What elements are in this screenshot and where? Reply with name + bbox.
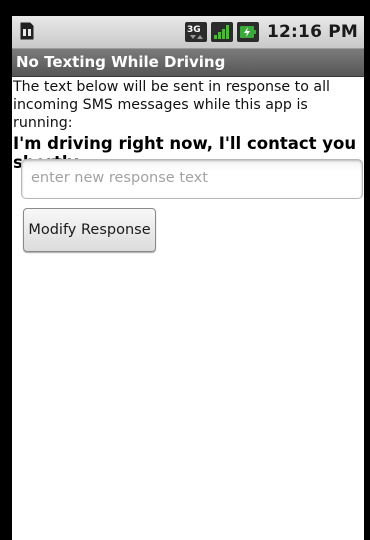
app-title: No Texting While Driving: [16, 53, 226, 71]
response-input-field[interactable]: [21, 159, 363, 199]
device-frame: 3G 12:16 PM No Texting While Driving The…: [0, 0, 370, 540]
screen: 3G 12:16 PM No Texting While Driving The…: [12, 16, 364, 540]
svg-text:3G: 3G: [187, 25, 201, 35]
sim-card-icon: [20, 22, 34, 40]
signal-strength-icon: [210, 22, 233, 42]
modify-response-button[interactable]: Modify Response: [23, 208, 156, 252]
intro-text: The text below will be sent in response …: [13, 79, 330, 131]
status-bar: 3G 12:16 PM: [12, 16, 364, 49]
battery-charging-icon: [236, 22, 259, 42]
main-content: The text below will be sent in response …: [12, 78, 364, 172]
3g-data-icon: 3G: [184, 22, 207, 42]
status-time: 12:16 PM: [266, 22, 358, 42]
response-input[interactable]: [22, 160, 360, 196]
status-icons: 3G 12:16 PM: [184, 20, 358, 44]
app-title-bar: No Texting While Driving: [12, 49, 364, 77]
